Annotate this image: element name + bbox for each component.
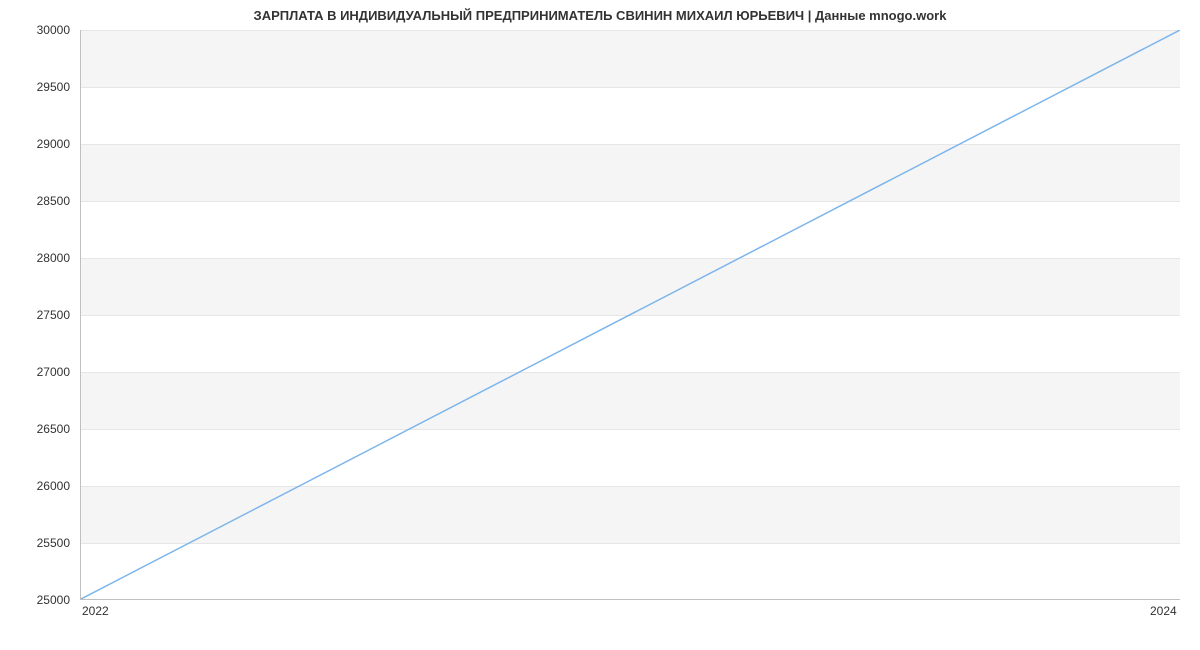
y-tick-label: 26000 (0, 479, 70, 493)
chart-title: ЗАРПЛАТА В ИНДИВИДУАЛЬНЫЙ ПРЕДПРИНИМАТЕЛ… (0, 8, 1200, 23)
y-tick-label: 26500 (0, 422, 70, 436)
x-tick-label: 2022 (82, 604, 109, 618)
y-tick-label: 29500 (0, 80, 70, 94)
y-tick-label: 28000 (0, 251, 70, 265)
y-tick-label: 27000 (0, 365, 70, 379)
y-tick-label: 27500 (0, 308, 70, 322)
plot-inner (81, 30, 1180, 599)
y-tick-label: 25500 (0, 536, 70, 550)
line-layer (81, 30, 1180, 599)
y-tick-label: 29000 (0, 137, 70, 151)
salary-series-line (81, 30, 1180, 599)
y-tick-label: 28500 (0, 194, 70, 208)
chart-container: ЗАРПЛАТА В ИНДИВИДУАЛЬНЫЙ ПРЕДПРИНИМАТЕЛ… (0, 0, 1200, 650)
y-tick-label: 30000 (0, 23, 70, 37)
y-tick-label: 25000 (0, 593, 70, 607)
plot-area (80, 30, 1180, 600)
x-tick-label: 2024 (1150, 604, 1177, 618)
